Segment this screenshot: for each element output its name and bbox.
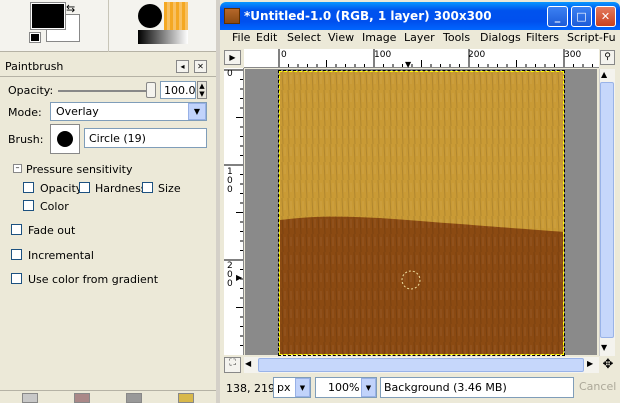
ruler-ticks [278, 49, 593, 67]
cancel-button[interactable]: Cancel [577, 377, 616, 398]
default-colors-icon[interactable] [29, 32, 41, 43]
horizontal-ruler[interactable] [244, 49, 599, 68]
ruler-label-0: 0 [281, 50, 287, 60]
ruler-label-200: 200 [227, 261, 233, 289]
image-canvas[interactable] [278, 70, 565, 356]
brush-label: Brush: [8, 133, 44, 146]
horizontal-scroll-thumb[interactable] [258, 358, 584, 372]
chevron-down-icon[interactable]: ▼ [295, 378, 310, 397]
restore-options-icon[interactable] [74, 393, 90, 403]
pointer-marker-icon: ▶ [236, 273, 243, 282]
menu-dialogs[interactable]: Dialogs [480, 31, 521, 44]
incremental-checkbox[interactable] [11, 249, 22, 260]
menu-image[interactable]: Image [362, 31, 396, 44]
panel-menu-icon[interactable]: ◂ [176, 60, 189, 73]
pressure-hardness-checkbox[interactable] [79, 182, 90, 193]
chevron-down-icon[interactable]: ▼ [361, 378, 376, 397]
app-icon [224, 8, 240, 24]
menu-select[interactable]: Select [287, 31, 321, 44]
pressure-sensitivity-label: Pressure sensitivity [26, 163, 133, 176]
ruler-ticks [224, 69, 243, 346]
opacity-label: Opacity: [8, 84, 54, 97]
tool-options-title: Paintbrush [5, 60, 64, 73]
opacity-input[interactable]: 100.0 [160, 81, 196, 99]
menu-edit[interactable]: Edit [256, 31, 277, 44]
opacity-slider-handle[interactable] [146, 82, 156, 98]
pressure-hardness-label: Hardness [95, 182, 147, 195]
reset-options-icon[interactable] [178, 393, 194, 403]
minimize-button[interactable]: _ [547, 6, 568, 27]
pressure-size-checkbox[interactable] [142, 182, 153, 193]
divider [0, 76, 216, 77]
pressure-opacity-label: Opacity [40, 182, 83, 195]
image-menu-icon[interactable]: ▶ [224, 50, 241, 65]
menu-tools[interactable]: Tools [443, 31, 470, 44]
pressure-size-label: Size [158, 182, 181, 195]
opacity-slider[interactable] [58, 90, 150, 92]
collapse-icon[interactable]: – [13, 164, 22, 173]
scroll-up-icon[interactable]: ▲ [601, 70, 607, 79]
use-gradient-label: Use color from gradient [28, 273, 159, 286]
navigate-icon[interactable]: ⛶ [224, 357, 241, 373]
pressure-color-label: Color [40, 200, 69, 213]
close-button[interactable]: ✕ [595, 6, 616, 27]
foreground-color-swatch[interactable] [30, 2, 66, 30]
maximize-button[interactable]: □ [571, 6, 592, 27]
ruler-label-200: 200 [468, 50, 486, 60]
menu-view[interactable]: View [328, 31, 354, 44]
opacity-spinner[interactable]: ▲ ▼ [197, 81, 207, 99]
move-icon[interactable]: ✥ [600, 357, 616, 373]
save-options-icon[interactable] [22, 393, 38, 403]
divider [108, 0, 109, 52]
ruler-label-300: 300 [564, 50, 582, 60]
close-panel-icon[interactable]: ✕ [194, 60, 207, 73]
scroll-down-icon[interactable]: ▼ [601, 343, 607, 352]
window-title: *Untitled-1.0 (RGB, 1 layer) 300x300 [244, 9, 492, 23]
pointer-coordinates: 138, 219 [226, 382, 275, 395]
menu-layer[interactable]: Layer [404, 31, 435, 44]
scroll-right-icon[interactable]: ▶ [587, 359, 593, 368]
pressure-opacity-checkbox[interactable] [23, 182, 34, 193]
scroll-left-icon[interactable]: ◀ [245, 359, 251, 368]
fade-out-checkbox[interactable] [11, 224, 22, 235]
ruler-label-0: 0 [227, 69, 233, 79]
menu-script-fu[interactable]: Script-Fu [567, 31, 616, 44]
use-gradient-checkbox[interactable] [11, 273, 22, 284]
fade-out-label: Fade out [28, 224, 76, 237]
incremental-label: Incremental [28, 249, 94, 262]
mode-label: Mode: [8, 106, 42, 119]
image-content [280, 72, 563, 354]
mode-select[interactable]: Overlay [50, 102, 207, 121]
swap-colors-icon[interactable]: ⇆ [66, 2, 75, 15]
chevron-down-icon[interactable]: ▼ [188, 103, 206, 120]
pointer-marker-icon: ▼ [405, 60, 412, 69]
ruler-label-100: 100 [374, 50, 392, 60]
menu-file[interactable]: File [232, 31, 250, 44]
active-brush-preview[interactable] [138, 4, 162, 28]
menu-filters[interactable]: Filters [526, 31, 559, 44]
ruler-label-100: 100 [227, 167, 233, 195]
vertical-scroll-thumb[interactable] [600, 82, 614, 338]
active-pattern-preview[interactable] [164, 2, 188, 30]
status-message: Background (3.46 MB) [380, 377, 574, 398]
active-gradient-preview[interactable] [138, 30, 188, 44]
brush-name-field[interactable]: Circle (19) [84, 128, 207, 148]
zoom-icon[interactable]: ⚲ [600, 50, 615, 65]
vertical-ruler[interactable] [224, 68, 244, 355]
delete-options-icon[interactable] [126, 393, 142, 403]
pressure-color-checkbox[interactable] [23, 200, 34, 211]
brush-circle-icon [57, 131, 73, 147]
